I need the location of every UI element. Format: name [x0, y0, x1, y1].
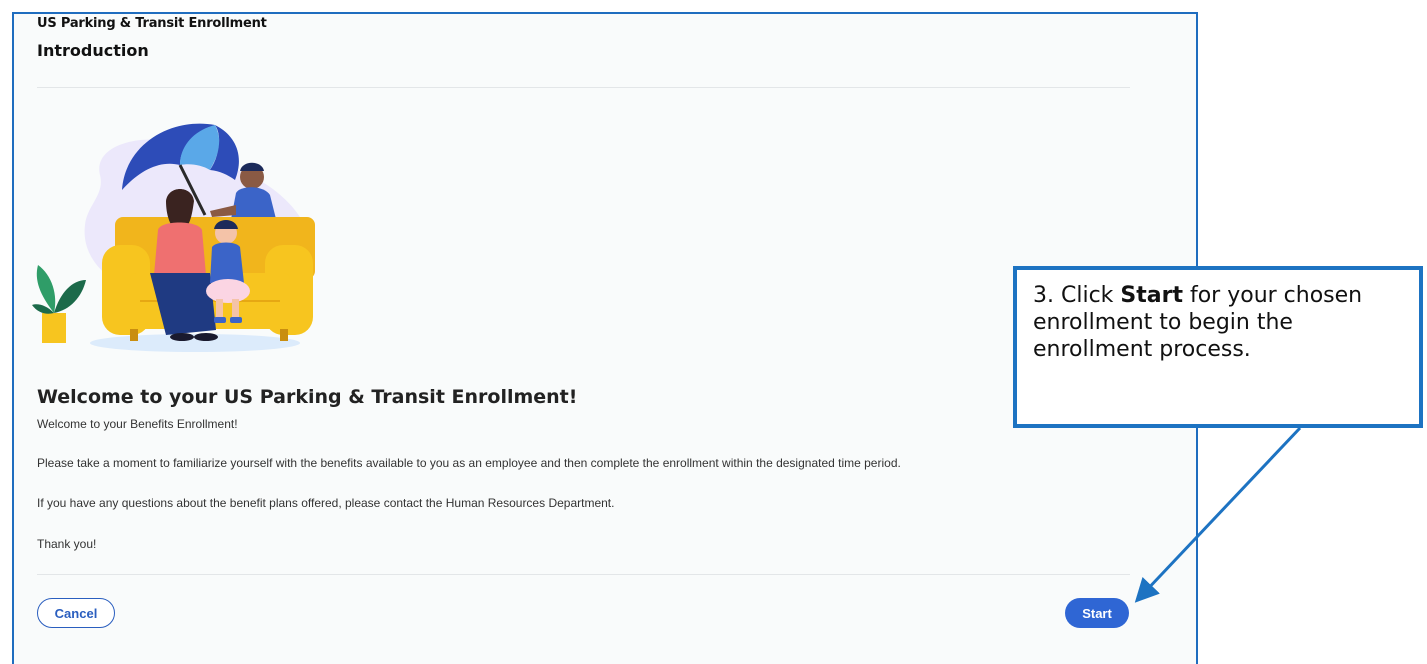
page-header: US Parking & Transit Enrollment Introduc… [37, 16, 1130, 60]
contact-paragraph: If you have any questions about the bene… [37, 496, 615, 510]
header-divider [37, 87, 1130, 88]
closing-paragraph: Thank you! [37, 537, 97, 551]
welcome-heading: Welcome to your US Parking & Transit Enr… [37, 386, 578, 408]
footer-divider [37, 574, 1130, 575]
callout-emphasis: Start [1120, 283, 1183, 308]
welcome-paragraph: Welcome to your Benefits Enrollment! [37, 417, 238, 431]
callout-prefix: 3. Click [1033, 283, 1121, 308]
page-title: Introduction [37, 41, 149, 60]
instruction-callout: 3. Click Start for your chosen enrollmen… [1013, 266, 1423, 428]
start-button[interactable]: Start [1065, 598, 1129, 628]
family-illustration [32, 123, 315, 352]
cancel-button[interactable]: Cancel [37, 598, 115, 628]
instructions-paragraph: Please take a moment to familiarize your… [37, 456, 901, 470]
enrollment-name: US Parking & Transit Enrollment [37, 16, 267, 31]
